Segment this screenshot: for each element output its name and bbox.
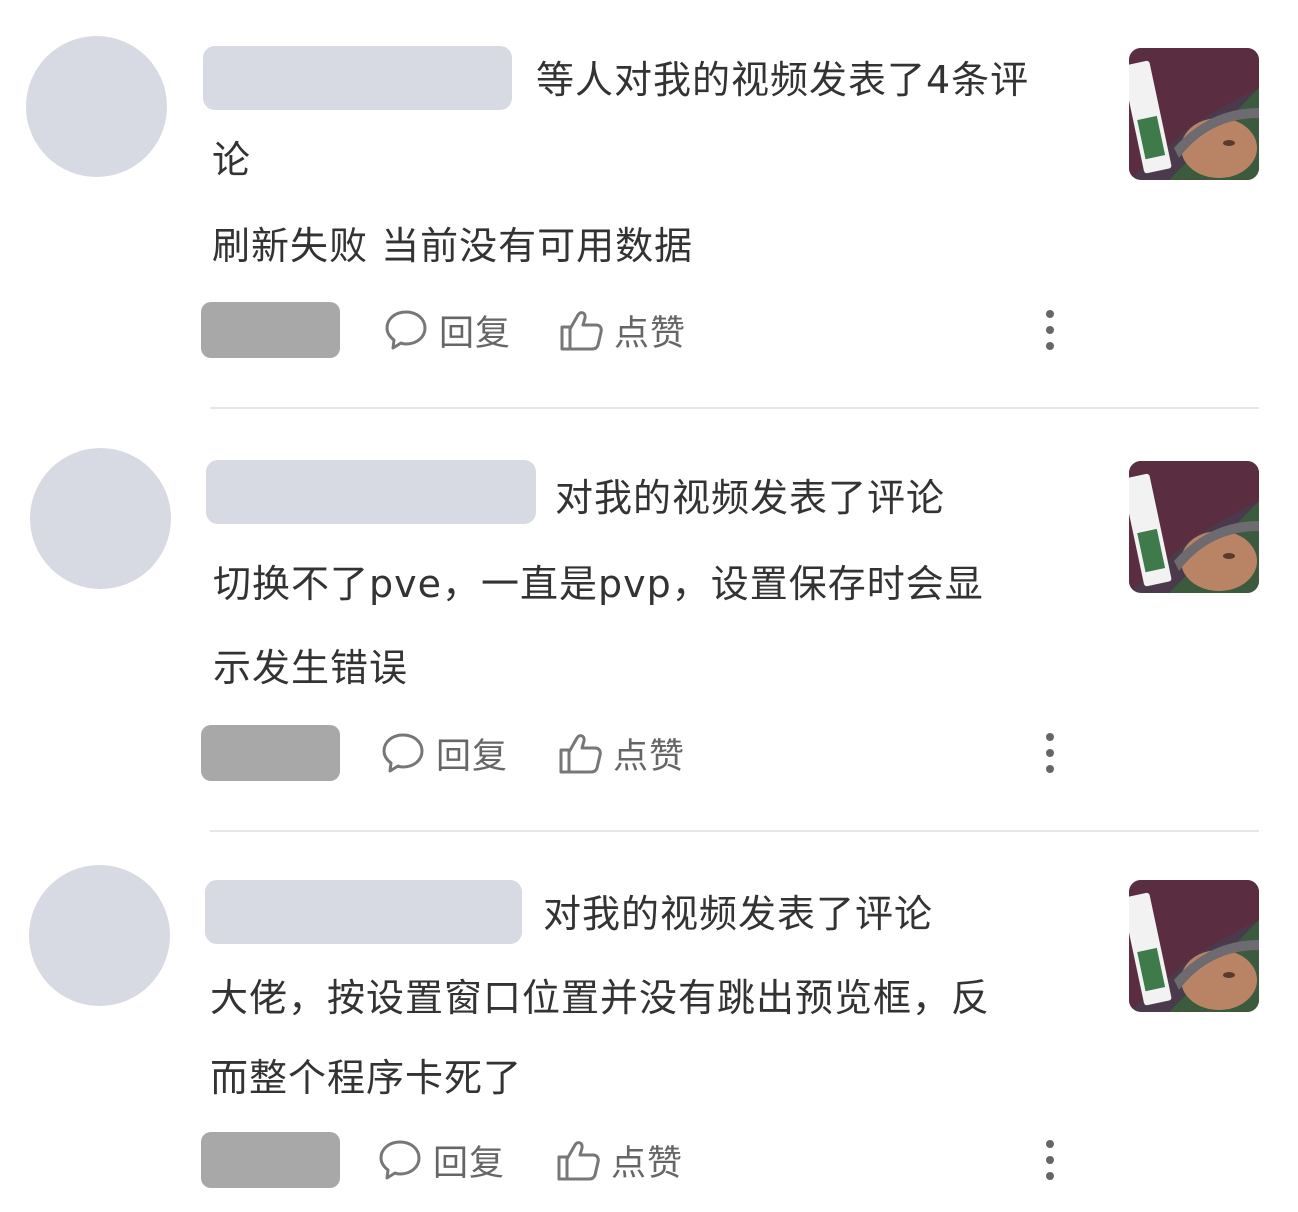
reply-label: 回复 (433, 1143, 506, 1184)
action-bar: 回复 点赞 (0, 1130, 1298, 1190)
comment-text-cont: 而整个程序卡死了 (210, 1056, 523, 1100)
time-redacted (201, 1132, 340, 1188)
comment-text: 大佬，按设置窗口位置并没有跳出预览框，反 (210, 976, 991, 1020)
thumbs-up-icon (557, 1141, 600, 1181)
reply-button[interactable]: 回复 (377, 1130, 505, 1190)
comment-bubble-icon (379, 1140, 421, 1180)
avatar[interactable] (29, 865, 170, 1006)
video-thumbnail[interactable] (1129, 880, 1259, 1012)
like-button[interactable]: 点赞 (555, 1130, 683, 1190)
video-thumbnail-image (1129, 880, 1259, 1012)
username-redacted[interactable] (205, 880, 522, 944)
like-label: 点赞 (611, 1143, 684, 1184)
more-vertical-icon[interactable] (1034, 1138, 1066, 1182)
notification-item[interactable]: 对我的视频发表了评论 大佬，按设置窗口位置并没有跳出预览框，反 而整个程序卡死了… (0, 0, 1298, 1212)
notification-header: 对我的视频发表了评论 (543, 892, 934, 936)
